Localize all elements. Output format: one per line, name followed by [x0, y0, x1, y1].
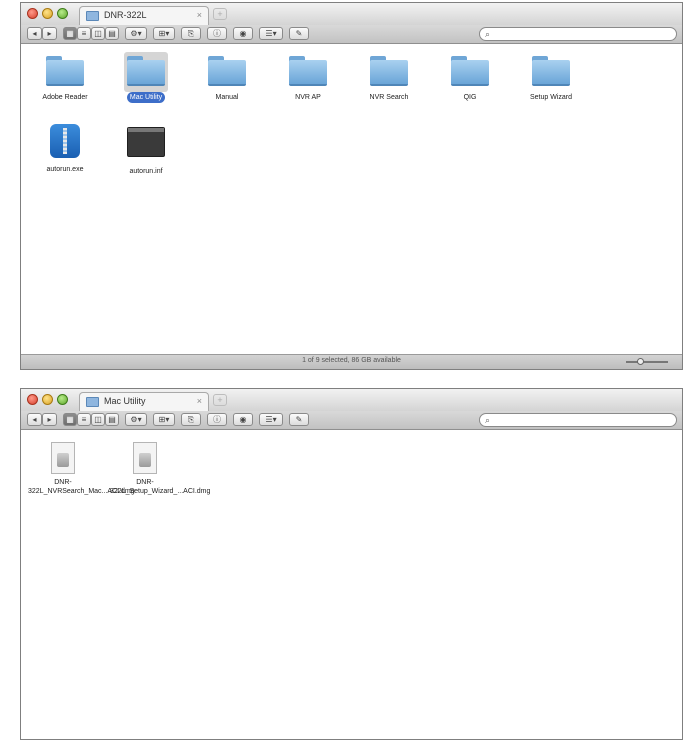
forward-button[interactable]: ▸ — [42, 27, 57, 40]
forward-button[interactable]: ▸ — [42, 413, 57, 426]
coverflow-view-button[interactable]: ▤ — [105, 413, 119, 426]
toolbar: ◂ ▸ ▦ ≡ ◫ ▤ ⚙▾ ⊞▾ ⎘ ⓘ ◉ ☰▾ ✎ ⌕ — [21, 411, 682, 430]
zoom-window-button[interactable] — [57, 394, 68, 405]
column-view-button[interactable]: ◫ — [91, 27, 105, 40]
close-window-button[interactable] — [27, 8, 38, 19]
item-label: NVR Search — [369, 94, 409, 101]
close-tab-icon[interactable]: × — [197, 10, 202, 20]
new-tab-button[interactable]: + — [213, 394, 227, 406]
list-item[interactable]: DNR-322L_NVRSearch_Mac...ACI.dmg — [23, 442, 135, 498]
close-window-button[interactable] — [27, 394, 38, 405]
item-label: Manual — [215, 94, 239, 101]
folder-icon — [86, 397, 99, 407]
list-item[interactable]: NVR AP — [268, 56, 348, 104]
folder-icon — [451, 56, 489, 86]
arrange-menu-button[interactable]: ⊞▾ — [153, 413, 175, 426]
minimize-window-button[interactable] — [42, 8, 53, 19]
dmg-file-icon — [133, 442, 157, 474]
edit-tags-button[interactable]: ✎ — [289, 413, 309, 426]
zoom-window-button[interactable] — [57, 8, 68, 19]
folder-icon — [127, 56, 165, 86]
item-label: autorun.exe — [46, 166, 84, 173]
inf-file-icon — [127, 127, 165, 157]
share-button[interactable]: ⎘ — [181, 413, 201, 426]
item-label: autorun.inf — [129, 168, 163, 175]
get-info-button[interactable]: ⓘ — [207, 27, 227, 40]
folder-icon — [46, 56, 84, 86]
status-bar: 1 of 9 selected, 86 GB available — [21, 354, 682, 369]
item-label: NVR AP — [295, 94, 321, 101]
item-label: Mac Utility — [126, 92, 166, 103]
list-item[interactable]: autorun.inf — [106, 124, 186, 178]
list-item[interactable]: NVR Search — [349, 56, 429, 104]
list-item[interactable]: QIG — [430, 56, 510, 104]
window-controls — [27, 394, 68, 405]
item-label: QIG — [463, 94, 477, 101]
action-menu-button[interactable]: ⚙▾ — [125, 27, 147, 40]
icon-view-button[interactable]: ▦ — [63, 413, 77, 426]
back-button[interactable]: ◂ — [27, 27, 42, 40]
tab-title: DNR-322L — [104, 10, 147, 20]
icon-size-slider-handle[interactable] — [636, 358, 644, 365]
title-bar: DNR-322L × + — [21, 3, 682, 25]
minimize-window-button[interactable] — [42, 394, 53, 405]
search-input[interactable]: ⌕ — [479, 27, 677, 41]
folder-icon — [86, 11, 99, 21]
folder-icon — [532, 56, 570, 86]
folder-icon — [289, 56, 327, 86]
list-view-button[interactable]: ≡ — [77, 413, 91, 426]
folder-icon — [370, 56, 408, 86]
action-menu-button[interactable]: ⚙▾ — [125, 413, 147, 426]
search-icon: ⌕ — [485, 415, 491, 425]
list-item[interactable]: autorun.exe — [25, 124, 105, 176]
file-area: Adobe Reader Mac Utility Manual NVR AP N… — [21, 44, 682, 354]
tab-mac-utility[interactable]: Mac Utility × — [79, 392, 209, 411]
search-icon: ⌕ — [485, 29, 491, 39]
status-text: 1 of 9 selected, 86 GB available — [302, 357, 401, 364]
list-view-button[interactable]: ≡ — [77, 27, 91, 40]
window-controls — [27, 8, 68, 19]
dmg-file-icon — [51, 442, 75, 474]
item-label: DNR-322L_Setup_Wizard_...ACI.dmg — [110, 479, 211, 495]
list-item-selected[interactable]: Mac Utility — [106, 52, 186, 104]
folder-icon — [208, 56, 246, 86]
list-item[interactable]: DNR-322L_Setup_Wizard_...ACI.dmg — [105, 442, 211, 498]
quick-look-button[interactable]: ◉ — [233, 413, 253, 426]
item-label: DNR-322L_NVRSearch_Mac...ACI.dmg — [28, 479, 135, 495]
edit-tags-button[interactable]: ✎ — [289, 27, 309, 40]
icon-size-slider[interactable] — [626, 361, 668, 363]
path-menu-button[interactable]: ☰▾ — [259, 27, 283, 40]
path-menu-button[interactable]: ☰▾ — [259, 413, 283, 426]
file-area: DNR-322L_NVRSearch_Mac...ACI.dmg DNR-322… — [21, 430, 682, 739]
arrange-menu-button[interactable]: ⊞▾ — [153, 27, 175, 40]
icon-view-button[interactable]: ▦ — [63, 27, 77, 40]
list-item[interactable]: Adobe Reader — [25, 56, 105, 104]
list-item[interactable]: Setup Wizard — [511, 56, 591, 104]
item-label: Setup Wizard — [529, 94, 573, 101]
quick-look-button[interactable]: ◉ — [233, 27, 253, 40]
tab-title: Mac Utility — [104, 396, 146, 406]
toolbar: ◂ ▸ ▦ ≡ ◫ ▤ ⚙▾ ⊞▾ ⎘ ⓘ ◉ ☰▾ ✎ ⌕ — [21, 25, 682, 44]
column-view-button[interactable]: ◫ — [91, 413, 105, 426]
list-item[interactable]: Manual — [187, 56, 267, 104]
get-info-button[interactable]: ⓘ — [207, 413, 227, 426]
item-label: Adobe Reader — [42, 94, 88, 101]
tab-dnr-322l[interactable]: DNR-322L × — [79, 6, 209, 25]
search-input[interactable]: ⌕ — [479, 413, 677, 427]
close-tab-icon[interactable]: × — [197, 396, 202, 406]
coverflow-view-button[interactable]: ▤ — [105, 27, 119, 40]
new-tab-button[interactable]: + — [213, 8, 227, 20]
zip-app-icon — [50, 124, 80, 158]
share-button[interactable]: ⎘ — [181, 27, 201, 40]
title-bar: Mac Utility × + — [21, 389, 682, 411]
finder-window-dnr-322l: DNR-322L × + ◂ ▸ ▦ ≡ ◫ ▤ ⚙▾ ⊞▾ ⎘ ⓘ ◉ ☰▾ … — [20, 2, 683, 370]
finder-window-mac-utility: Mac Utility × + ◂ ▸ ▦ ≡ ◫ ▤ ⚙▾ ⊞▾ ⎘ ⓘ ◉ … — [20, 388, 683, 740]
back-button[interactable]: ◂ — [27, 413, 42, 426]
